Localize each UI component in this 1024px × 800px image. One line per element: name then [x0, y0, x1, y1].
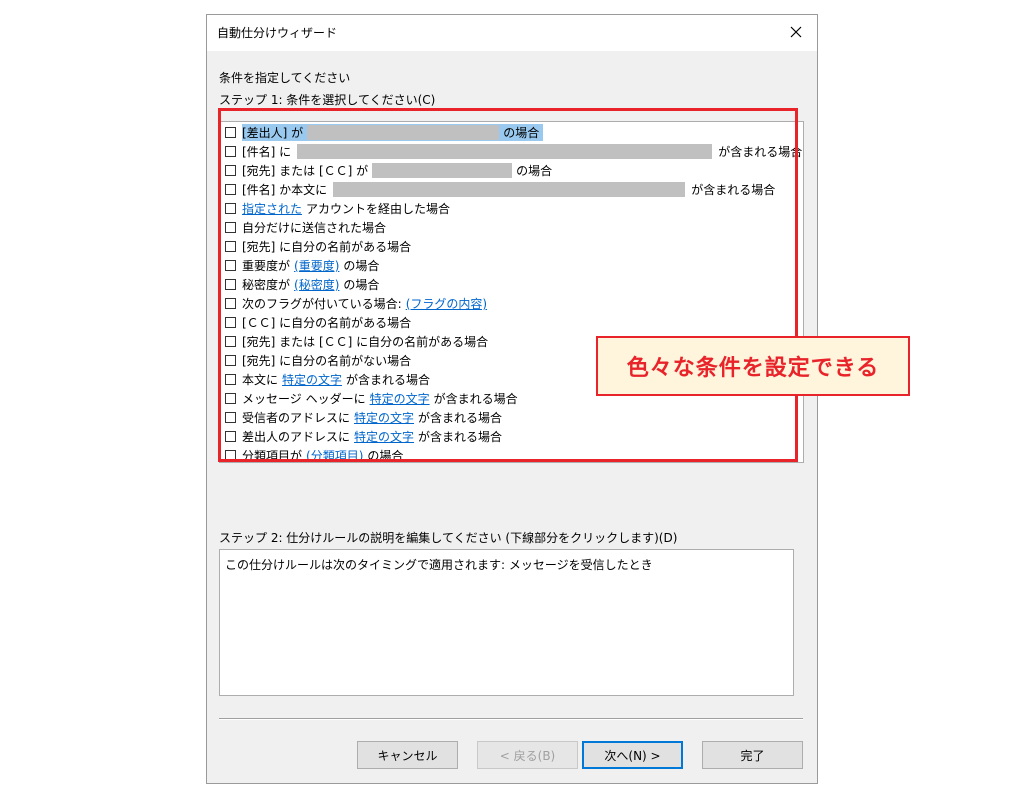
condition-row-importance[interactable]: 重要度が (重要度) の場合: [222, 256, 800, 275]
condition-checkbox[interactable]: [225, 146, 236, 157]
condition-label: 自分だけに送信された場合: [242, 221, 387, 235]
step2-label: ステップ 2: 仕分けルールの説明を編集してください (下線部分をクリックします…: [219, 531, 678, 545]
redacted-value: [297, 144, 713, 159]
condition-checkbox[interactable]: [225, 431, 236, 442]
condition-link[interactable]: 特定の文字: [354, 428, 414, 445]
condition-checkbox[interactable]: [225, 336, 236, 347]
condition-link[interactable]: (秘密度): [294, 276, 339, 293]
condition-checkbox[interactable]: [225, 184, 236, 195]
condition-checkbox[interactable]: [225, 203, 236, 214]
condition-label: 重要度が (重要度) の場合: [242, 257, 380, 274]
condition-row-from[interactable]: [差出人] が の場合: [222, 123, 800, 142]
condition-link[interactable]: 指定された: [242, 200, 302, 217]
condition-label: [件名] に が含まれる場合: [242, 144, 803, 159]
condition-link[interactable]: (重要度): [294, 257, 339, 274]
condition-label: 秘密度が (秘密度) の場合: [242, 276, 380, 293]
condition-row-subject[interactable]: [件名] に が含まれる場合: [222, 142, 802, 161]
condition-checkbox[interactable]: [225, 374, 236, 385]
rules-wizard-dialog: 自動仕分けウィザード 条件を指定してください ステップ 1: 条件を選択してくだ…: [206, 14, 818, 784]
redacted-value: [333, 182, 686, 197]
condition-label: [件名] か本文に が含まれる場合: [242, 182, 776, 197]
condition-row-account[interactable]: 指定された アカウントを経由した場合: [222, 199, 800, 218]
condition-row-my-name-to[interactable]: [宛先] に自分の名前がある場合: [222, 237, 800, 256]
instruction-text: 条件を指定してください: [219, 71, 351, 85]
cancel-button[interactable]: キャンセル: [357, 741, 458, 769]
condition-checkbox[interactable]: [225, 165, 236, 176]
condition-link[interactable]: 特定の文字: [370, 390, 430, 407]
annotation-callout: 色々な条件を設定できる: [596, 336, 910, 396]
condition-label: [宛先] に自分の名前がある場合: [242, 240, 412, 254]
condition-label: [宛先] に自分の名前がない場合: [242, 354, 412, 368]
redacted-value: [307, 125, 500, 140]
condition-label: 本文に 特定の文字 が含まれる場合: [242, 371, 431, 388]
condition-label: 指定された アカウントを経由した場合: [242, 200, 451, 217]
condition-checkbox[interactable]: [225, 355, 236, 366]
condition-row-sensitivity[interactable]: 秘密度が (秘密度) の場合: [222, 275, 800, 294]
button-separator: [219, 718, 803, 720]
condition-row-my-name-cc[interactable]: [ＣＣ] に自分の名前がある場合: [222, 313, 800, 332]
back-button[interactable]: < 戻る(B): [477, 741, 578, 769]
finish-button[interactable]: 完了: [702, 741, 803, 769]
condition-row-category[interactable]: 分類項目が (分類項目) の場合: [222, 446, 800, 465]
condition-checkbox[interactable]: [225, 298, 236, 309]
condition-list[interactable]: [差出人] が の場合 [件名] に が含まれる場合 [宛先] または [ＣＣ]…: [219, 121, 804, 463]
condition-label: 受信者のアドレスに 特定の文字 が含まれる場合: [242, 409, 503, 426]
condition-checkbox[interactable]: [225, 279, 236, 290]
title-bar: 自動仕分けウィザード: [207, 15, 817, 51]
condition-checkbox[interactable]: [225, 127, 236, 138]
condition-link[interactable]: (分類項目): [306, 447, 363, 464]
condition-checkbox[interactable]: [225, 450, 236, 461]
condition-link[interactable]: 特定の文字: [282, 371, 342, 388]
dialog-title: 自動仕分けウィザード: [217, 26, 338, 40]
condition-label: [差出人] が の場合: [242, 124, 544, 141]
next-button[interactable]: 次へ(N) >: [582, 741, 683, 769]
condition-row-subject-body[interactable]: [件名] か本文に が含まれる場合: [222, 180, 800, 199]
condition-checkbox[interactable]: [225, 222, 236, 233]
condition-label: [ＣＣ] に自分の名前がある場合: [242, 316, 412, 330]
condition-row-sender-address[interactable]: 差出人のアドレスに 特定の文字 が含まれる場合: [222, 427, 800, 446]
condition-checkbox[interactable]: [225, 412, 236, 423]
condition-label: [宛先] または [ＣＣ] に自分の名前がある場合: [242, 335, 489, 349]
condition-checkbox[interactable]: [225, 317, 236, 328]
condition-label: 分類項目が (分類項目) の場合: [242, 447, 404, 464]
close-icon: [790, 26, 802, 38]
condition-row-flag[interactable]: 次のフラグが付いている場合: (フラグの内容): [222, 294, 800, 313]
condition-label: 次のフラグが付いている場合: (フラグの内容): [242, 295, 488, 312]
rule-description-text: この仕分けルールは次のタイミングで適用されます: メッセージを受信したとき: [225, 558, 653, 572]
condition-label: メッセージ ヘッダーに 特定の文字 が含まれる場合: [242, 390, 518, 407]
condition-checkbox[interactable]: [225, 260, 236, 271]
condition-link[interactable]: 特定の文字: [354, 409, 414, 426]
condition-checkbox[interactable]: [225, 241, 236, 252]
step1-label: ステップ 1: 条件を選択してください(C): [219, 93, 436, 107]
condition-row-only-me[interactable]: 自分だけに送信された場合: [222, 218, 800, 237]
redacted-value: [372, 163, 513, 178]
condition-label: 差出人のアドレスに 特定の文字 が含まれる場合: [242, 428, 503, 445]
rule-description-box[interactable]: この仕分けルールは次のタイミングで適用されます: メッセージを受信したとき: [219, 549, 794, 696]
condition-label: [宛先] または [ＣＣ] が の場合: [242, 163, 553, 178]
condition-row-to-cc[interactable]: [宛先] または [ＣＣ] が の場合: [222, 161, 800, 180]
condition-row-recipient-address[interactable]: 受信者のアドレスに 特定の文字 が含まれる場合: [222, 408, 800, 427]
close-button[interactable]: [783, 19, 809, 45]
condition-checkbox[interactable]: [225, 393, 236, 404]
condition-link[interactable]: (フラグの内容): [406, 295, 487, 312]
